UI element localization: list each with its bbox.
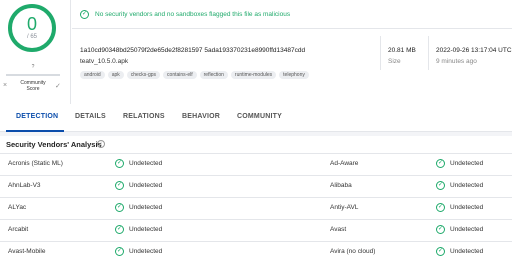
file-size-value: 20.81 MB [388,47,416,54]
vendor-status-text: Undetected [450,248,484,255]
file-tags: android apk checks-gps contains-elf reflecti… [80,71,309,79]
vendor-status-text: Undetected [129,160,163,167]
check-circle-icon: ✓ [115,225,124,234]
info-icon[interactable]: i [97,140,105,148]
vendor-status-text: Undetected [129,204,163,211]
detection-score-card: 0 / 65 ? × Community Score ✓ [0,0,66,104]
file-tag[interactable]: reflection [199,71,228,79]
table-row: Arcabit ✓ Undetected Avast ✓ Undetected [0,219,512,241]
check-circle-icon: ✓ [436,159,445,168]
vendor-status: ✓ Undetected [436,225,483,234]
vendor-name: AhnLab-V3 [8,182,41,189]
check-circle-icon: ✓ [80,10,89,19]
detection-score-ring: 0 / 65 [8,4,56,52]
vendor-status-text: Undetected [450,182,484,189]
vendor-name: Acronis (Static ML) [8,160,63,167]
check-circle-icon: ✓ [115,159,124,168]
vendor-status: ✓ Undetected [115,247,162,256]
file-tag[interactable]: android [80,71,105,79]
vendor-status-text: Undetected [450,160,484,167]
vendor-name: Avira (no cloud) [330,248,376,255]
vendor-status: ✓ Undetected [436,203,483,212]
verdict-banner: ✓ No security vendors and no sandboxes f… [80,10,290,19]
tab-detection[interactable]: DETECTION [16,113,58,120]
file-tag[interactable]: runtime-modules [230,71,277,79]
tab-community[interactable]: COMMUNITY [237,113,282,120]
file-tag[interactable]: telephony [279,71,309,79]
table-row: AhnLab-V3 ✓ Undetected Alibaba ✓ Undetected [0,175,512,197]
check-circle-icon: ✓ [436,203,445,212]
vote-malicious-icon[interactable]: × [3,82,7,89]
file-hash[interactable]: 1a10cd90348bd25079f2de65de2f8281597 5ada… [80,47,305,54]
vendor-status-text: Undetected [129,226,163,233]
check-circle-icon: ✓ [436,247,445,256]
report-tabs: DETECTION DETAILS RELATIONS BEHAVIOR COM… [0,104,512,132]
vendor-name: Avast-Mobile [8,248,46,255]
file-size-label: Size [388,58,401,65]
file-tag[interactable]: checks-gps [126,71,161,79]
tab-behavior[interactable]: BEHAVIOR [182,113,220,120]
check-circle-icon: ✓ [115,181,124,190]
vendor-status: ✓ Undetected [115,225,162,234]
vendor-name: Avast [330,226,347,233]
vendor-status-text: Undetected [450,204,484,211]
vendor-status: ✓ Undetected [115,203,162,212]
detection-total: / 65 [26,34,37,40]
community-score-bar [6,74,60,76]
check-circle-icon: ✓ [436,225,445,234]
tab-relations[interactable]: RELATIONS [123,113,165,120]
vendor-status: ✓ Undetected [115,181,162,190]
divider [380,36,381,70]
vendor-status: ✓ Undetected [436,181,483,190]
tab-details[interactable]: DETAILS [75,113,106,120]
file-name: teatv_10.5.0.apk [80,58,129,65]
community-score-value: ? [31,64,35,70]
vote-harmless-icon[interactable]: ✓ [55,82,61,90]
check-circle-icon: ✓ [115,247,124,256]
table-row: Avast-Mobile ✓ Undetected Avira (no cloud) ✓… [0,241,512,263]
analysis-date: 2022-09-26 13:17:04 UTC [436,47,512,54]
vendor-name: Antiy-AVL [330,204,359,211]
verdict-text: No security vendors and no sandboxes fla… [95,11,291,18]
vendor-status-text: Undetected [129,248,163,255]
vendor-name: ALYac [8,204,27,211]
divider [428,36,429,70]
table-row: ALYac ✓ Undetected Antiy-AVL ✓ Undetected [0,197,512,219]
file-tag[interactable]: apk [107,71,124,79]
vendors-analysis-section: Security Vendors' Analysis i Acronis (St… [0,136,512,265]
vendor-name: Alibaba [330,182,352,189]
active-tab-indicator [6,130,64,132]
vendor-name: Ad-Aware [330,160,359,167]
divider [70,0,71,104]
check-circle-icon: ✓ [115,203,124,212]
vendor-status: ✓ Undetected [436,159,483,168]
analysis-date-relative: 9 minutes ago [436,58,477,65]
table-row: Acronis (Static ML) ✓ Undetected Ad-Aware ✓ U… [0,153,512,175]
check-circle-icon: ✓ [436,181,445,190]
divider [72,28,512,29]
vendor-name: Arcabit [8,226,29,233]
vendor-status-text: Undetected [129,182,163,189]
detection-count: 0 [26,14,37,34]
file-tag[interactable]: contains-elf [163,71,197,79]
vendor-status: ✓ Undetected [436,247,483,256]
vendor-status-text: Undetected [450,226,484,233]
community-score-label: Community Score [20,80,46,92]
section-title: Security Vendors' Analysis [6,140,102,149]
vendor-status: ✓ Undetected [115,159,162,168]
